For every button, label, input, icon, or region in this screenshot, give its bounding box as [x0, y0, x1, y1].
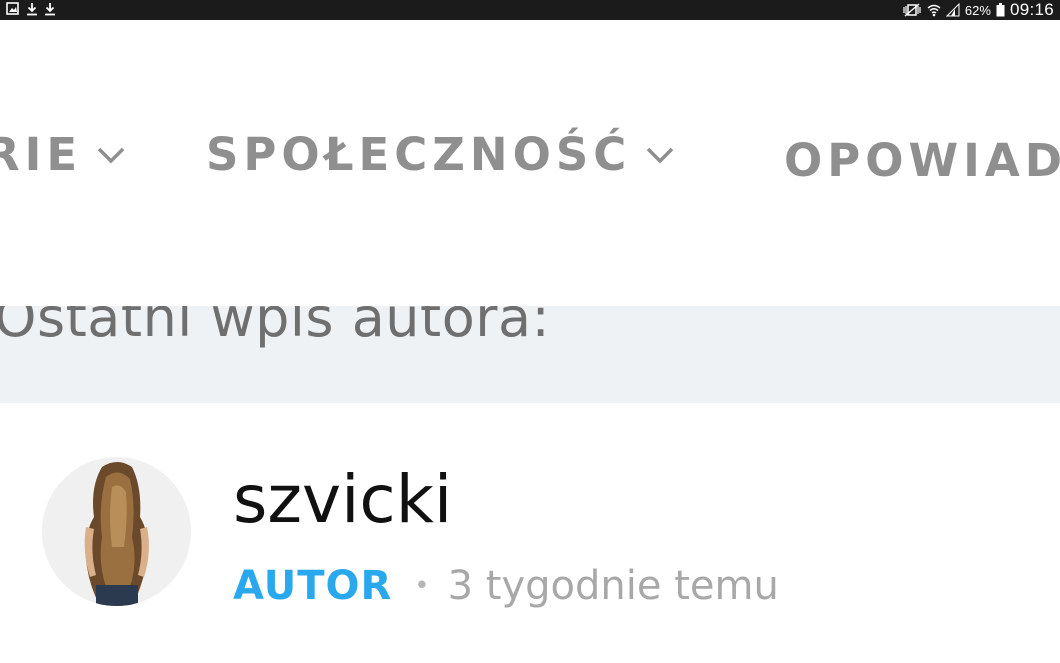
nav-item-spolecznosc[interactable]: SPOŁECZNOŚĆ — [206, 128, 675, 181]
meta-separator: • — [414, 571, 430, 601]
author-card: szvicki AUTOR • 3 tygodnie temu — [0, 403, 1060, 663]
image-notification-icon — [6, 2, 20, 16]
status-left-icons — [6, 2, 56, 16]
main-nav: RIE SPOŁECZNOŚĆ OPOWIAD — [0, 20, 1060, 306]
recent-post-heading: Ostatni wpis autora: — [0, 306, 551, 349]
nav-item-label: SPOŁECZNOŚĆ — [206, 128, 632, 181]
chevron-down-icon — [645, 145, 675, 165]
nav-item-label: RIE — [0, 128, 83, 181]
status-right-icons: 62% 09:16 — [902, 0, 1054, 20]
recent-post-band: Ostatni wpis autora: — [0, 306, 1060, 403]
avatar[interactable] — [42, 457, 191, 606]
battery-percent: 62% — [964, 2, 991, 18]
mute-vibrate-icon — [902, 3, 922, 17]
author-meta: AUTOR • 3 tygodnie temu — [233, 563, 779, 609]
clock: 09:16 — [1009, 0, 1054, 19]
nav-item-categories[interactable]: RIE — [0, 128, 126, 181]
signal-icon — [945, 2, 960, 17]
download-icon — [44, 2, 56, 16]
status-bar: 62% 09:16 — [0, 0, 1060, 20]
author-name[interactable]: szvicki — [233, 461, 452, 538]
author-role-label: AUTOR — [233, 563, 393, 609]
post-time-ago: 3 tygodnie temu — [447, 563, 779, 609]
chevron-down-icon — [96, 145, 126, 165]
wifi-icon — [927, 3, 941, 17]
nav-item-opowiadania[interactable]: OPOWIAD — [784, 134, 1060, 187]
battery-icon — [996, 3, 1005, 17]
nav-item-label: OPOWIAD — [784, 134, 1060, 187]
download-icon — [26, 2, 38, 16]
